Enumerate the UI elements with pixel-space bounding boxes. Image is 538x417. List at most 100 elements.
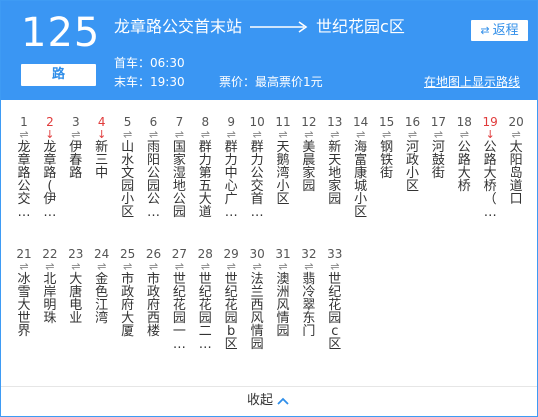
stop-item[interactable]: 24 ⇌ 金色江湾 [89, 247, 115, 325]
stop-name: 太阳岛道口 [509, 140, 523, 207]
swap-icon: ⇄ [480, 24, 490, 37]
stop-number: 1 [20, 115, 28, 129]
stop-item[interactable]: 28 ⇌ 世纪花园二… [192, 247, 218, 351]
stop-name: 群力中心广… [224, 140, 238, 220]
return-trip-label: 返程 [492, 23, 519, 38]
stop-name: 天鹅湾小区 [276, 140, 290, 207]
stop-name: 伊春路 [69, 140, 83, 181]
stop-number: 29 [223, 247, 239, 261]
stop-item[interactable]: 8 ⇌ 群力第五大道 [192, 115, 218, 219]
stop-item[interactable]: 10 ⇌ 群力公交首… [244, 115, 270, 219]
stop-name: 法兰西风情园 [250, 272, 264, 352]
stop-name: 新天地家园 [328, 140, 342, 207]
stop-name: 金色江湾 [95, 272, 109, 326]
stop-number: 19 [482, 115, 498, 129]
stop-number: 5 [123, 115, 132, 129]
stop-list: 1 ⇌ 龙章路公交… 2 ↓ 龙章路(伊… 3 ⇌ 伊春路 4 ↓ 新三中 5 ⇌ 山水文园小区 6 ⇌ 雨阳公园… [1, 100, 537, 386]
stop-item[interactable]: 7 ⇌ 国家湿地公园 [166, 115, 192, 219]
show-on-map-link[interactable]: 在地图上显示路线 [424, 74, 520, 90]
stop-number: 28 [197, 247, 213, 261]
stop-item[interactable]: 1 ⇌ 龙章路公交… [11, 115, 37, 219]
stop-item[interactable]: 11 ⇌ 天鹅湾小区 [270, 115, 296, 206]
stop-item[interactable]: 14 ⇌ 海富康城小区 [348, 115, 374, 219]
stop-name: 世纪花园一… [172, 272, 186, 352]
stop-number: 9 [227, 115, 235, 129]
stop-item[interactable]: 25 ⇌ 市政府大厦 [115, 247, 141, 338]
stop-item[interactable]: 13 ⇌ 新天地家园 [322, 115, 348, 206]
stop-item[interactable]: 3 ⇌ 伊春路 [63, 115, 89, 180]
stop-number: 17 [430, 115, 447, 129]
stop-item[interactable]: 18 ⇌ 公路大桥 [451, 115, 477, 193]
destination-stop: 世纪花园c区 [316, 17, 405, 36]
stop-item[interactable]: 33 ⇌ 世纪花园 c 区 [322, 247, 348, 351]
route-number: 125 [21, 10, 101, 56]
stop-number: 12 [301, 115, 317, 129]
stop-name: 公路大桥 [457, 140, 471, 194]
stop-name: 钢铁街 [380, 140, 394, 181]
chevron-up-icon [277, 397, 289, 405]
stop-number: 7 [175, 115, 184, 129]
stop-item[interactable]: 19 ↓ 公路大桥（… [477, 115, 503, 219]
card-footer: 收起 [1, 386, 537, 416]
stop-item[interactable]: 21 ⇌ 冰雪大世界 [11, 247, 37, 338]
stop-item[interactable]: 15 ⇌ 钢铁街 [374, 115, 400, 180]
stop-name: 群力第五大道 [198, 140, 212, 220]
stop-number: 3 [71, 115, 80, 129]
stop-name: 市政府大厦 [121, 272, 135, 339]
stop-number: 8 [201, 115, 210, 129]
return-trip-button[interactable]: ⇄ 返程 [471, 20, 528, 41]
stop-number: 10 [249, 115, 265, 129]
stop-item[interactable]: 30 ⇌ 法兰西风情园 [244, 247, 270, 351]
stop-item[interactable]: 12 ⇌ 美晨家园 [296, 115, 322, 193]
stop-item[interactable]: 27 ⇌ 世纪花园一… [166, 247, 192, 351]
stop-number: 27 [171, 247, 188, 261]
stop-number: 6 [149, 115, 158, 129]
stop-item[interactable]: 9 ⇌ 群力中心广… [218, 115, 244, 219]
stop-name: 海富康城小区 [354, 140, 368, 220]
stop-item[interactable]: 20 ⇌ 太阳岛道口 [503, 115, 529, 206]
stop-number: 26 [145, 247, 162, 261]
stop-item[interactable]: 22 ⇌ 北岸明珠 [37, 247, 63, 325]
stop-name: 新三中 [95, 140, 109, 181]
stop-name: 河鼓街 [431, 140, 445, 181]
stop-name: 澳洲风情园 [276, 272, 290, 339]
stop-number: 24 [94, 247, 110, 261]
stop-number: 23 [68, 247, 84, 261]
stop-name: 群力公交首… [250, 140, 264, 220]
stop-item[interactable]: 26 ⇌ 市政府西楼 [141, 247, 167, 338]
stop-number: 22 [42, 247, 58, 261]
stop-name: 翡冷翠东门 [302, 272, 316, 339]
stop-name: 龙章路(伊… [43, 140, 57, 220]
stop-item[interactable]: 5 ⇌ 山水文园小区 [115, 115, 141, 219]
stop-name: 美晨家园 [302, 140, 316, 194]
stop-item[interactable]: 23 ⇌ 大唐电业 [63, 247, 89, 325]
stop-name: 大唐电业 [69, 272, 83, 326]
stop-number: 11 [275, 115, 291, 129]
stop-item[interactable]: 29 ⇌ 世纪花园 b 区 [218, 247, 244, 351]
stop-name: 世纪花园c区 [328, 272, 342, 352]
stop-number: 25 [119, 247, 136, 261]
stop-name: 国家湿地公园 [172, 140, 186, 220]
stop-name: 北岸明珠 [43, 272, 57, 326]
stop-name: 龙章路公交… [17, 140, 31, 220]
first-bus-time: 首车：06:30 [114, 56, 185, 70]
stop-item[interactable]: 2 ↓ 龙章路(伊… [37, 115, 63, 219]
stop-number: 4 [97, 115, 106, 129]
stop-number: 2 [46, 115, 54, 129]
route-suffix-badge: 路 [21, 64, 96, 86]
stop-item[interactable]: 16 ⇌ 河政小区 [400, 115, 426, 193]
stop-item[interactable]: 31 ⇌ 澳洲风情园 [270, 247, 296, 338]
stop-item[interactable]: 6 ⇌ 雨阳公园公… [141, 115, 167, 219]
stop-number: 31 [275, 247, 291, 261]
stop-name: 雨阳公园公… [146, 140, 160, 220]
arrow-right-icon [250, 20, 308, 33]
stop-item[interactable]: 4 ↓ 新三中 [89, 115, 115, 180]
stop-number: 32 [301, 247, 317, 261]
stop-item[interactable]: 17 ⇌ 河鼓街 [425, 115, 451, 180]
stop-name: 市政府西楼 [146, 272, 160, 339]
last-bus-time: 末车：19:30 [114, 75, 185, 89]
stop-item[interactable]: 32 ⇌ 翡冷翠东门 [296, 247, 322, 338]
bus-route-card: 125 路 龙章路公交首末站 世纪花园c区 ⇄ 返程 首车：06:30 末车：19:… [0, 0, 538, 417]
collapse-button[interactable]: 收起 [247, 392, 289, 410]
stop-number: 14 [353, 115, 369, 129]
